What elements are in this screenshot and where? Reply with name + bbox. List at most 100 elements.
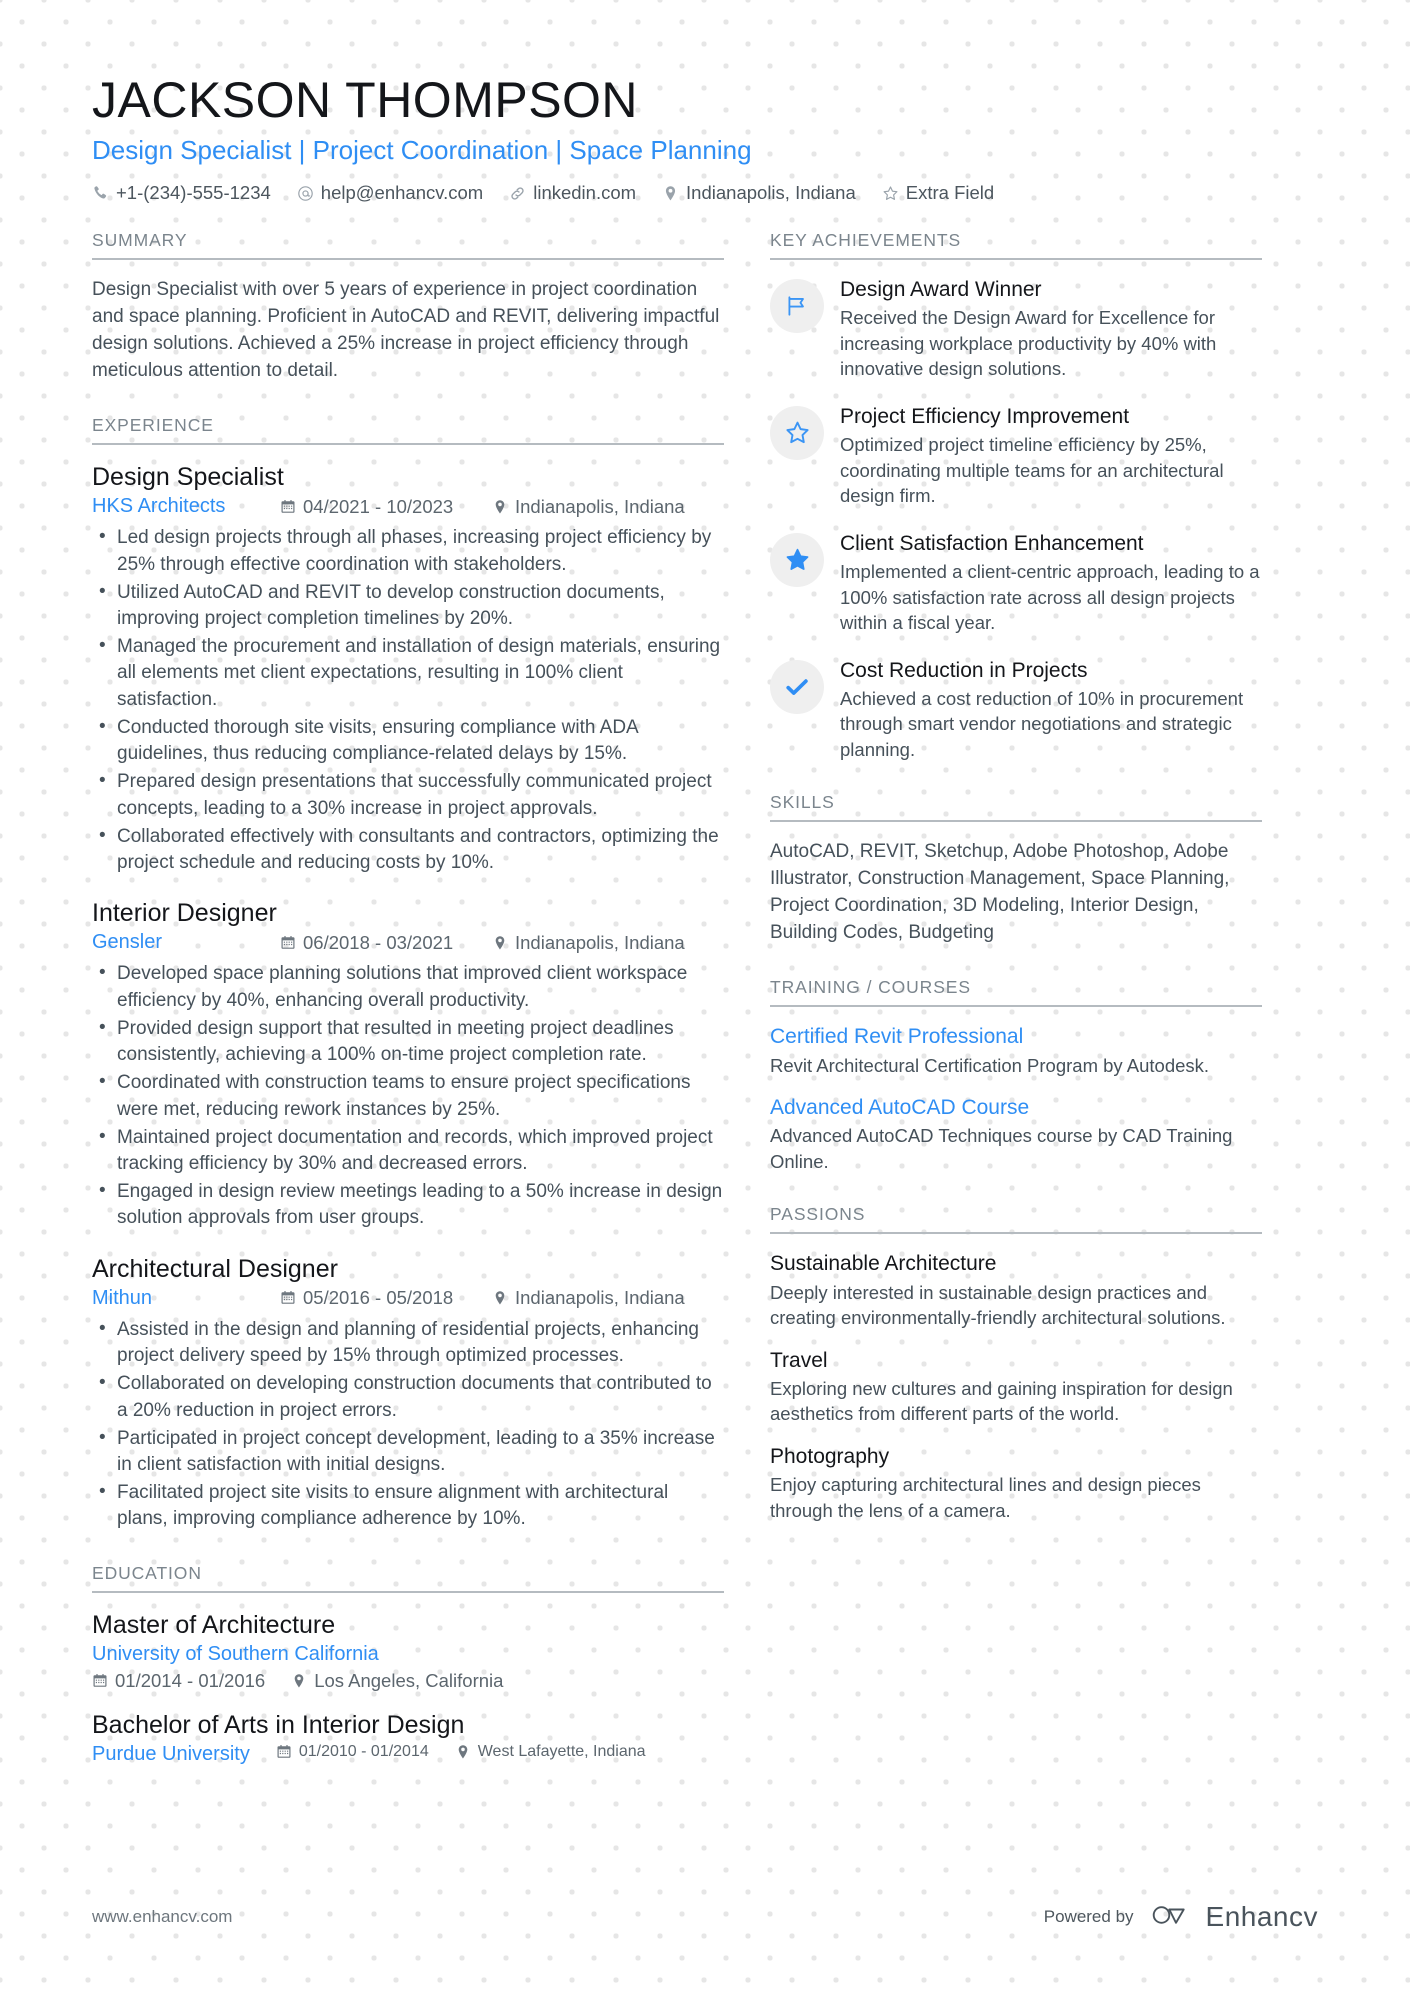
powered-by-label: Powered by [1043,1907,1134,1926]
contact-link-text: linkedin.com [533,182,637,204]
education-meta: Purdue University 01/2010 - 01/2014 West… [92,1743,724,1766]
education-dates-text: 01/2010 - 01/2014 [298,1743,429,1761]
email-icon [297,185,314,202]
section-education: EDUCATION Master of Architecture Univers… [92,1563,724,1767]
training-title[interactable]: Certified Revit Professional [770,1024,1262,1050]
job-company[interactable]: Mithun [92,1287,280,1310]
list-item: Prepared design presentations that succe… [92,768,724,821]
contact-email-text: help@enhancv.com [320,182,484,204]
passion-title: Travel [770,1348,828,1372]
achievement-body: Cost Reduction in Projects Achieved a co… [840,658,1262,763]
resume-page: JACKSON THOMPSON Design Specialist | Pro… [0,0,1410,1995]
headline: Design Specialist | Project Coordination… [92,135,752,165]
job-bullets: Assisted in the design and planning of r… [92,1316,724,1533]
passion-desc: Enjoy capturing architectural lines and … [770,1474,1201,1521]
skills-text: AutoCAD, REVIT, Sketchup, Adobe Photosho… [770,841,1230,944]
achievement-body: Design Award Winner Received the Design … [840,277,1262,382]
education-school[interactable]: University of Southern California [92,1643,724,1666]
skills-heading: SKILLS [770,792,1262,823]
achievement-body: Project Efficiency Improvement Optimized… [840,404,1262,509]
calendar-icon [276,1744,292,1760]
brand: Enhancv [1150,1901,1318,1933]
job-company[interactable]: Gensler [92,931,280,954]
contact-phone: +1-(234)-555-1234 [92,182,271,204]
summary-heading: SUMMARY [92,230,724,261]
job-title: Architectural Designer [92,1254,338,1283]
job-bullets: Developed space planning solutions that … [92,960,724,1231]
footer-brand-area: Powered by Enhancv [1044,1901,1318,1933]
achievement-body: Client Satisfaction Enhancement Implemen… [840,531,1262,636]
job-bullets: Led design projects through all phases, … [92,524,724,876]
achievement-title: Project Efficiency Improvement [840,404,1130,428]
contact-location-text: Indianapolis, Indiana [686,182,856,204]
list-item: Managed the procurement and installation… [92,633,724,713]
footer-url[interactable]: www.enhancv.com [92,1907,232,1927]
enhancv-logo-icon [1150,1902,1196,1933]
achievement-title: Client Satisfaction Enhancement [840,531,1144,555]
achievement-desc: Achieved a cost reduction of 10% in proc… [840,687,1244,760]
experience-entry: Interior Designer Gensler 06/2018 - 03/2… [92,898,724,1231]
passion-title: Sustainable Architecture [770,1252,997,1276]
phone-icon [92,185,109,202]
resume-header: JACKSON THOMPSON Design Specialist | Pro… [92,0,1318,204]
training-title[interactable]: Advanced AutoCAD Course [770,1095,1262,1121]
list-item: Facilitated project site visits to ensur… [92,1479,724,1532]
passion-item: Photography Enjoy capturing architectura… [770,1444,1262,1523]
list-item: Engaged in design review meetings leadin… [92,1178,724,1231]
job-dates-text: 05/2016 - 05/2018 [303,1287,454,1309]
passion-title: Photography [770,1444,890,1468]
list-item: Assisted in the design and planning of r… [92,1316,724,1369]
job-title: Interior Designer [92,899,277,928]
job-location-text: Indianapolis, Indiana [515,931,685,953]
passion-desc: Deeply interested in sustainable design … [770,1281,1226,1329]
summary-text: Design Specialist with over 5 years of e… [92,279,720,382]
section-experience: EXPERIENCE Design Specialist HKS Archite… [92,415,724,1533]
location-icon [492,935,508,951]
contact-extra: Extra Field [882,182,994,204]
list-item: Collaborated effectively with consultant… [92,823,724,876]
section-skills: SKILLS AutoCAD, REVIT, Sketchup, Adobe P… [770,792,1262,947]
job-company[interactable]: HKS Architects [92,495,280,518]
experience-entry: Design Specialist HKS Architects 04/2021… [92,462,724,876]
achievement-desc: Implemented a client-centric approach, l… [840,561,1260,634]
education-degree: Master of Architecture [92,1610,336,1639]
passion-item: Sustainable Architecture Deeply interest… [770,1251,1262,1330]
job-title: Design Specialist [92,463,284,492]
list-item: Utilized AutoCAD and REVIT to develop co… [92,579,724,632]
experience-entry: Architectural Designer Mithun 05/2016 - … [92,1254,724,1533]
location-icon [492,499,508,515]
achievement-desc: Optimized project timeline efficiency by… [840,434,1224,507]
job-dates-text: 04/2021 - 10/2023 [303,495,454,517]
education-entry: Bachelor of Arts in Interior Design Purd… [92,1710,724,1766]
training-item: Advanced AutoCAD Course Advanced AutoCAD… [770,1095,1262,1174]
job-meta: Gensler 06/2018 - 03/2021 Indianapolis, [92,931,724,954]
star-filled-icon [770,532,824,587]
education-degree: Bachelor of Arts in Interior Design [92,1710,465,1739]
job-location: Indianapolis, Indiana [492,1287,685,1309]
job-dates-text: 06/2018 - 03/2021 [303,931,454,953]
education-school[interactable]: Purdue University [92,1743,250,1766]
achievement-item: Cost Reduction in Projects Achieved a co… [770,658,1262,763]
experience-heading: EXPERIENCE [92,415,724,446]
achievement-desc: Received the Design Award for Excellence… [840,307,1217,380]
section-summary: SUMMARY Design Specialist with over 5 ye… [92,230,724,385]
list-item: Provided design support that resulted in… [92,1015,724,1068]
education-dates: 01/2010 - 01/2014 [276,1743,429,1761]
flag-icon [770,279,824,334]
list-item: Developed space planning solutions that … [92,960,724,1013]
calendar-icon [280,935,296,951]
education-location-text: West Lafayette, Indiana [477,1743,646,1761]
training-heading: TRAINING / COURSES [770,977,1262,1008]
contact-extra-text: Extra Field [905,182,995,204]
passion-item: Travel Exploring new cultures and gainin… [770,1348,1262,1427]
job-dates: 04/2021 - 10/2023 [280,496,492,518]
page-footer: www.enhancv.com Powered by Enhancv [92,1901,1318,1933]
education-location: Los Angeles, California [291,1670,503,1692]
list-item: Maintained project documentation and rec… [92,1124,724,1177]
section-training: TRAINING / COURSES Certified Revit Profe… [770,977,1262,1174]
contact-link: linkedin.com [509,182,636,204]
list-item: Led design projects through all phases, … [92,524,724,577]
achievement-title: Design Award Winner [840,278,1042,302]
calendar-icon [280,1290,296,1306]
brand-name: Enhancv [1205,1901,1318,1932]
